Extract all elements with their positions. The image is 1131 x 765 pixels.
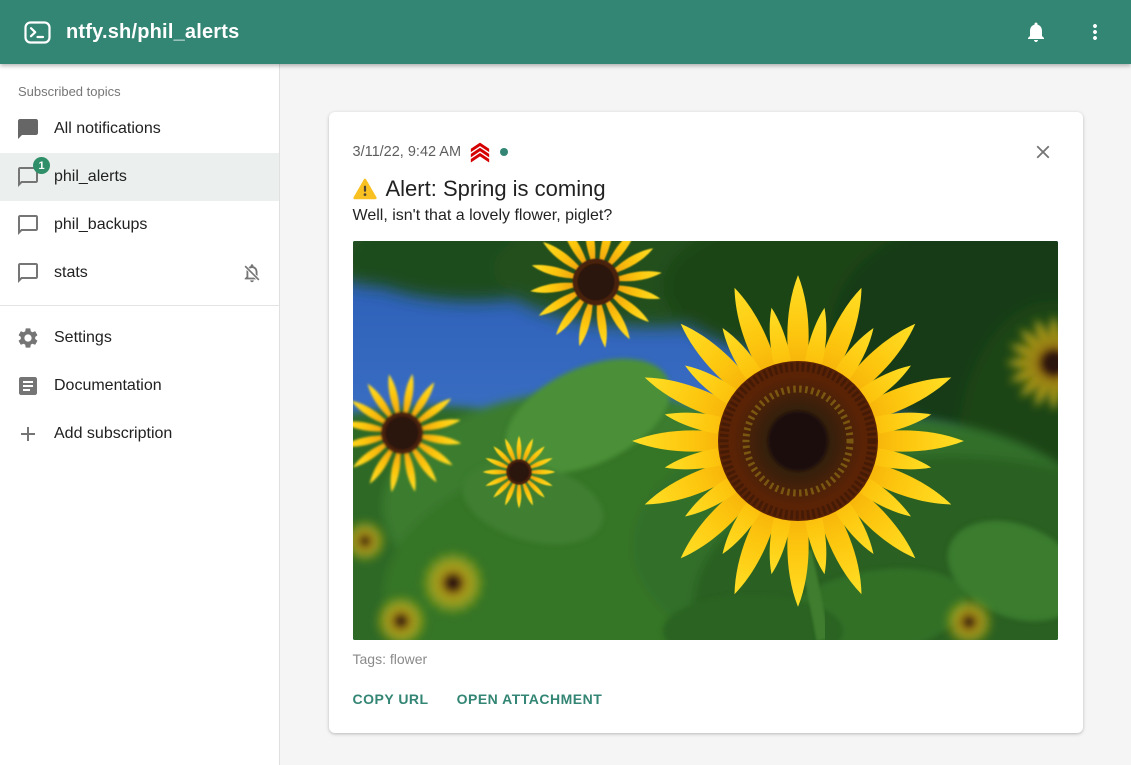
notification-tags: Tags: flower (353, 651, 1059, 667)
attachment-image-sunflowers[interactable] (353, 241, 1058, 640)
sidebar-item-label: Settings (54, 329, 112, 347)
sidebar-divider (0, 305, 279, 306)
sidebar-item-documentation[interactable]: Documentation (0, 362, 279, 410)
sidebar: Subscribed topics All notifications 1 ph… (0, 64, 280, 765)
copy-url-button[interactable]: COPY URL (353, 685, 429, 713)
sidebar-item-stats[interactable]: stats (0, 249, 279, 297)
sidebar-item-all-notifications[interactable]: All notifications (0, 105, 279, 153)
chat-bubble-outline-icon (16, 261, 40, 285)
sidebar-item-settings[interactable]: Settings (0, 314, 279, 362)
bell-icon (1024, 20, 1048, 44)
notification-title: Alert: Spring is coming (353, 176, 1059, 202)
dismiss-notification-button[interactable] (1027, 136, 1059, 168)
sidebar-item-label: Add subscription (54, 425, 172, 443)
priority-high-icon (469, 141, 491, 163)
sidebar-section-label: Subscribed topics (0, 84, 279, 105)
close-icon (1032, 141, 1054, 163)
terminal-icon (24, 21, 51, 44)
gear-icon (16, 326, 40, 350)
warning-triangle-emoji (353, 177, 377, 201)
sidebar-item-add-subscription[interactable]: Add subscription (0, 410, 279, 458)
app-bar: ntfy.sh/phil_alerts (0, 0, 1131, 64)
main-content: 3/11/22, 9:42 AM (280, 64, 1131, 765)
notification-card: 3/11/22, 9:42 AM (329, 112, 1083, 733)
sidebar-item-label: phil_backups (54, 216, 147, 234)
kebab-menu-icon (1083, 20, 1107, 44)
chat-bubble-outline-icon (16, 213, 40, 237)
plus-icon (16, 422, 40, 446)
chat-bubble-outline-icon: 1 (16, 165, 40, 189)
sidebar-item-label: All notifications (54, 120, 161, 138)
notification-body: Well, isn't that a lovely flower, piglet… (353, 205, 1059, 227)
sidebar-item-phil-backups[interactable]: phil_backups (0, 201, 279, 249)
page-title: ntfy.sh/phil_alerts (66, 21, 239, 44)
open-attachment-button[interactable]: OPEN ATTACHMENT (457, 685, 603, 713)
article-icon (16, 374, 40, 398)
overflow-menu-button[interactable] (1073, 10, 1117, 54)
bell-off-icon (241, 262, 263, 284)
sidebar-item-label: phil_alerts (54, 168, 127, 186)
notifications-bell-button[interactable] (1014, 10, 1058, 54)
unread-count-badge: 1 (33, 157, 50, 174)
unread-dot (500, 148, 508, 156)
sidebar-item-phil-alerts[interactable]: 1 phil_alerts (0, 153, 279, 201)
notification-timestamp: 3/11/22, 9:42 AM (353, 144, 462, 160)
notification-actions: COPY URL OPEN ATTACHMENT (353, 685, 1059, 713)
notification-meta-row: 3/11/22, 9:42 AM (353, 136, 1059, 168)
chat-bubble-filled-icon (16, 117, 40, 141)
sidebar-item-label: Documentation (54, 377, 162, 395)
sidebar-item-label: stats (54, 264, 88, 282)
